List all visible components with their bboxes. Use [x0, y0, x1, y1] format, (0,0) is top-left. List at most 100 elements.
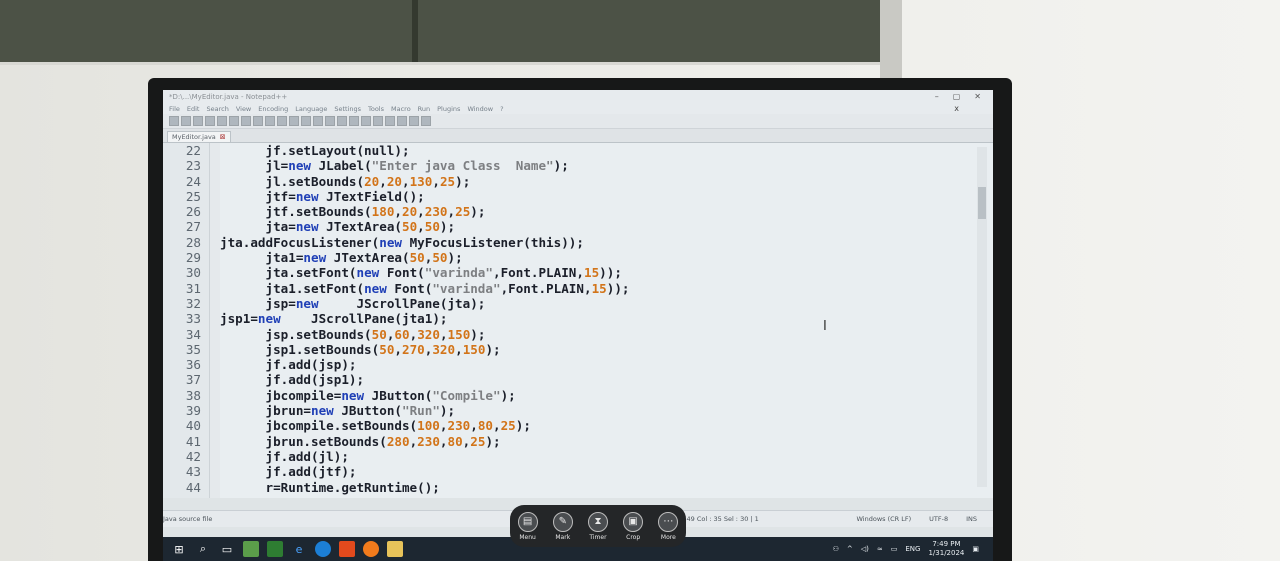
code-line[interactable]: jf.add(jtf); — [220, 464, 993, 479]
menu-plugins[interactable]: Plugins — [437, 105, 460, 113]
people-icon[interactable]: ⚇ — [833, 545, 839, 553]
edge-old-icon[interactable]: e — [291, 541, 307, 557]
float-label: More — [660, 533, 676, 541]
search-icon[interactable]: ⌕ — [195, 541, 211, 557]
eol-format[interactable]: Windows (CR LF) — [857, 515, 912, 523]
menu-file[interactable]: File — [169, 105, 180, 113]
code-text[interactable]: jf.setLayout(null); jl=new JLabel("Enter… — [220, 143, 993, 498]
code-line[interactable]: r=Runtime.getRuntime(); — [220, 480, 993, 495]
floating-toolbar: ▤ Menu ✎ Mark ⧗ Timer ▣ Crop ⋯ More — [510, 505, 686, 547]
notification-icon[interactable]: ▣ — [972, 545, 979, 553]
code-line[interactable]: jbcompile=new JButton("Compile"); — [220, 388, 993, 403]
cut-icon[interactable] — [241, 116, 251, 126]
macro-play-icon[interactable] — [409, 116, 419, 126]
file-explorer-icon[interactable] — [387, 541, 403, 557]
vertical-scrollbar[interactable] — [977, 147, 987, 487]
ibeam-cursor-icon: I — [823, 319, 827, 334]
menu-edit[interactable]: Edit — [187, 105, 200, 113]
code-line[interactable]: jta.addFocusListener(new MyFocusListener… — [220, 235, 993, 250]
menu-search[interactable]: Search — [206, 105, 228, 113]
menu-view[interactable]: View — [236, 105, 251, 113]
code-line[interactable]: jsp1.setBounds(50,270,320,150); — [220, 342, 993, 357]
code-line[interactable]: jf.add(jsp1); — [220, 372, 993, 387]
paste-icon[interactable] — [265, 116, 275, 126]
code-line[interactable]: jl.setBounds(20,20,130,25); — [220, 174, 993, 189]
task-view-icon[interactable]: ▭ — [219, 541, 235, 557]
float-crop-button[interactable]: ▣ Crop — [623, 511, 644, 541]
code-line[interactable]: jbcompile.setBounds(100,230,80,25); — [220, 418, 993, 433]
tab-close-icon[interactable]: ⊠ — [220, 133, 226, 141]
code-line[interactable]: jsp=new JScrollPane(jta); — [220, 296, 993, 311]
undo-icon[interactable] — [277, 116, 287, 126]
keyboard-icon[interactable]: ▭ — [891, 545, 898, 553]
menu-language[interactable]: Language — [295, 105, 327, 113]
line-number: 39 — [185, 403, 201, 419]
brave-icon[interactable] — [339, 541, 355, 557]
open-file-icon[interactable] — [181, 116, 191, 126]
close-button[interactable]: ✕ — [974, 92, 981, 101]
wifi-icon[interactable]: ≈ — [877, 545, 883, 553]
float-label: Timer — [589, 533, 607, 541]
tab-myeditor[interactable]: MyEditor.java ⊠ — [167, 131, 231, 142]
system-tray: ⚇ ^ ◁) ≈ ▭ ENG 7:49 PM 1/31/2024 ▣ — [833, 540, 993, 558]
code-line[interactable]: jtf.setBounds(180,20,230,25); — [220, 204, 993, 219]
line-number: 35 — [185, 341, 201, 357]
print-icon[interactable] — [229, 116, 239, 126]
redo-icon[interactable] — [289, 116, 299, 126]
code-line[interactable]: jta=new JTextArea(50,50); — [220, 219, 993, 234]
code-line[interactable]: jta.setFont(new Font("varinda",Font.PLAI… — [220, 265, 993, 280]
close-document-icon[interactable]: x — [954, 104, 993, 113]
code-line[interactable]: jl=new JLabel("Enter java Class Name"); — [220, 158, 993, 173]
language-indicator[interactable]: ENG — [905, 545, 920, 553]
code-line[interactable]: jsp.setBounds(50,60,320,150); — [220, 327, 993, 342]
float-menu-button[interactable]: ▤ Menu — [517, 511, 538, 541]
menu-settings[interactable]: Settings — [334, 105, 361, 113]
zoom-in-icon[interactable] — [325, 116, 335, 126]
menu-tools[interactable]: Tools — [368, 105, 384, 113]
code-editor[interactable]: 22 23 24 25 26 27 28 29 30 31 32 33 34 3… — [163, 143, 993, 498]
macro-save-icon[interactable] — [421, 116, 431, 126]
clock[interactable]: 7:49 PM 1/31/2024 — [928, 540, 964, 558]
app-green2-icon[interactable] — [267, 541, 283, 557]
copy-icon[interactable] — [253, 116, 263, 126]
code-line[interactable]: jbrun=new JButton("Run"); — [220, 403, 993, 418]
menu-window[interactable]: Window — [467, 105, 493, 113]
edge-icon[interactable] — [315, 541, 331, 557]
scrollbar-thumb[interactable] — [978, 187, 986, 219]
menu-macro[interactable]: Macro — [391, 105, 411, 113]
app-green-icon[interactable] — [243, 541, 259, 557]
code-line[interactable]: jf.setLayout(null); — [220, 143, 993, 158]
code-line[interactable]: jf.add(jsp); — [220, 357, 993, 372]
code-line[interactable]: jf.add(jl); — [220, 449, 993, 464]
code-line[interactable]: jbrun.setBounds(280,230,80,25); — [220, 434, 993, 449]
code-line[interactable]: jtf=new JTextField(); — [220, 189, 993, 204]
indent-guide-icon[interactable] — [373, 116, 383, 126]
save-all-icon[interactable] — [205, 116, 215, 126]
firefox-icon[interactable] — [363, 541, 379, 557]
zoom-out-icon[interactable] — [337, 116, 347, 126]
code-line[interactable]: jta1=new JTextArea(50,50); — [220, 250, 993, 265]
menu-run[interactable]: Run — [418, 105, 430, 113]
windows-icon[interactable]: ⊞ — [171, 541, 187, 557]
float-mark-button[interactable]: ✎ Mark — [552, 511, 573, 541]
sync-scroll-icon[interactable] — [349, 116, 359, 126]
menu-help[interactable]: ? — [500, 105, 503, 113]
chevron-up-icon[interactable]: ^ — [847, 545, 853, 553]
macro-record-icon[interactable] — [385, 116, 395, 126]
word-wrap-icon[interactable] — [361, 116, 371, 126]
code-line[interactable]: jsp1=new JScrollPane(jta1); — [220, 311, 993, 326]
encoding[interactable]: UTF-8 — [929, 515, 948, 523]
minimize-button[interactable]: – — [935, 92, 939, 101]
close-icon[interactable] — [217, 116, 227, 126]
speaker-icon[interactable]: ◁) — [861, 545, 869, 553]
new-file-icon[interactable] — [169, 116, 179, 126]
replace-icon[interactable] — [313, 116, 323, 126]
find-icon[interactable] — [301, 116, 311, 126]
float-timer-button[interactable]: ⧗ Timer — [587, 511, 608, 541]
code-line[interactable]: jta1.setFont(new Font("varinda",Font.PLA… — [220, 281, 993, 296]
save-icon[interactable] — [193, 116, 203, 126]
menu-encoding[interactable]: Encoding — [258, 105, 288, 113]
maximize-button[interactable]: ▢ — [953, 92, 961, 101]
float-more-button[interactable]: ⋯ More — [658, 511, 679, 541]
macro-stop-icon[interactable] — [397, 116, 407, 126]
